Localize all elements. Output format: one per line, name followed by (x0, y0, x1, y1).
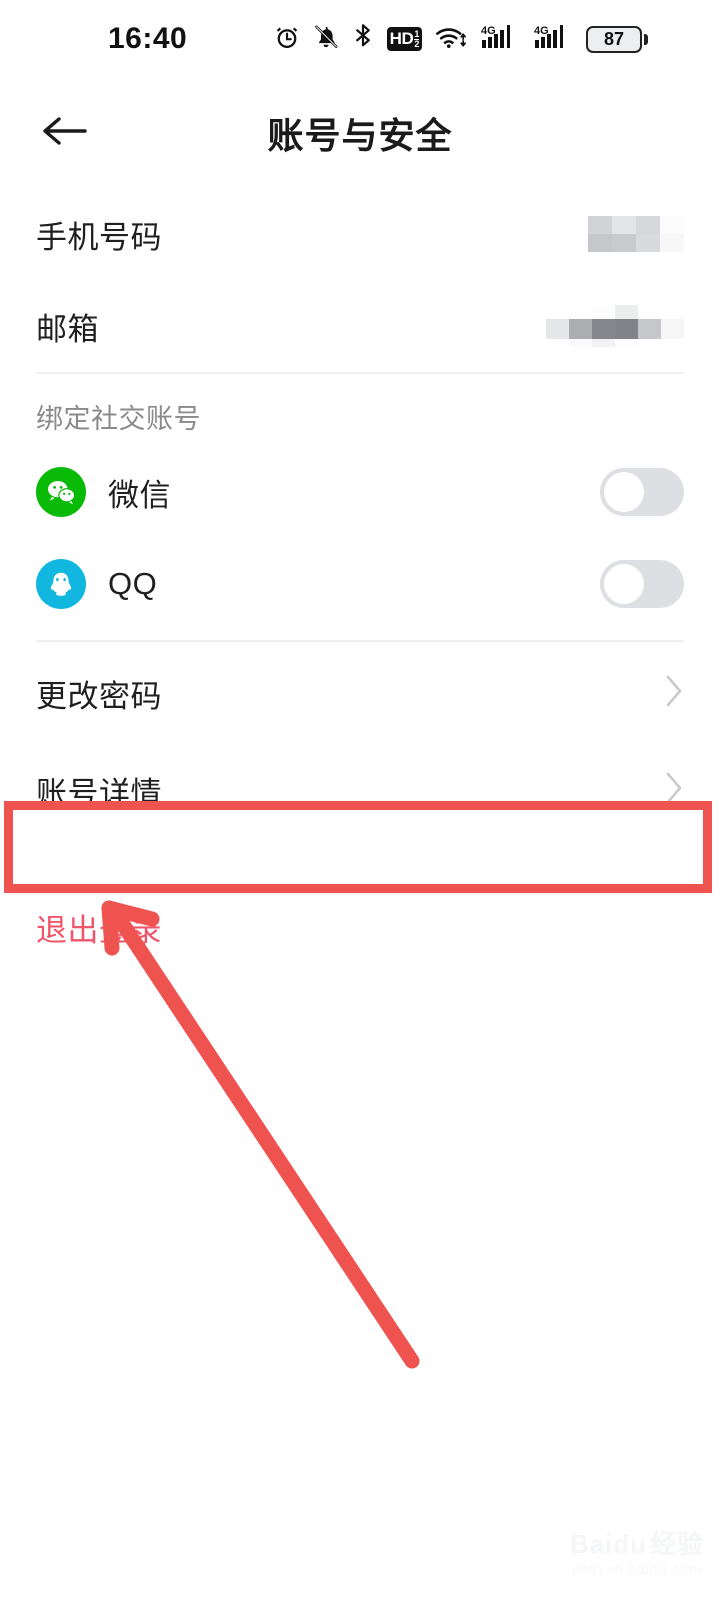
watermark-url: jingyan.baidu.com (572, 1561, 702, 1578)
signal-4g-icon: 4G (533, 23, 573, 56)
wechat-icon (36, 467, 86, 517)
row-qq[interactable]: QQ (0, 538, 720, 630)
phone-screen: 16:40 HD 1 2 4G 4G 87 账号与安全 手机号码 邮箱 绑定社交… (0, 0, 720, 1600)
settings-list: 手机号码 邮箱 绑定社交账号 微信 QQ 更改密码 账号详情 (0, 188, 720, 836)
row-change-password[interactable]: 更改密码 (0, 642, 720, 744)
watermark-brand-text: Baidu (569, 1529, 647, 1559)
page-title: 账号与安全 (267, 115, 453, 156)
svg-text:4G: 4G (534, 25, 549, 37)
hd-volte-icon: HD 1 2 (386, 27, 422, 51)
app-bar: 账号与安全 (0, 78, 720, 188)
social-label: 微信 (108, 477, 171, 513)
watermark: Baidu 经验 jingyan.baidu.com (570, 1531, 704, 1578)
signal-4g-icon: 4G (480, 23, 520, 56)
chevron-right-icon (664, 674, 684, 713)
logout-button[interactable]: 退出登录 (36, 905, 162, 950)
row-account-details[interactable]: 账号详情 (0, 744, 720, 836)
row-value-email (546, 305, 684, 347)
watermark-suffix-text: 经验 (649, 1529, 704, 1559)
row-wechat[interactable]: 微信 (0, 446, 720, 538)
social-label: QQ (108, 566, 158, 601)
bluetooth-icon (352, 23, 374, 55)
alarm-icon (274, 24, 300, 55)
row-label: 账号详情 (36, 775, 162, 811)
section-label-social: 绑定社交账号 (36, 404, 201, 434)
row-phone-number[interactable]: 手机号码 (0, 188, 720, 280)
status-bar-icons: HD 1 2 4G 4G 87 (274, 23, 648, 56)
status-bar-clock: 16:40 (108, 22, 188, 55)
blurred-value-icon (546, 305, 684, 347)
blurred-value-icon (588, 216, 684, 252)
svg-text:4G: 4G (481, 25, 496, 37)
qq-icon (36, 559, 86, 609)
status-bar: 16:40 HD 1 2 4G 4G 87 (0, 0, 720, 78)
row-label: 邮箱 (36, 311, 99, 347)
toggle-qq[interactable] (600, 560, 684, 608)
row-email[interactable]: 邮箱 (0, 280, 720, 372)
row-value-phone (588, 216, 684, 252)
toggle-wechat[interactable] (600, 468, 684, 516)
chevron-right-icon (664, 771, 684, 810)
bell-muted-icon (313, 24, 339, 55)
battery-icon: 87 (586, 25, 648, 53)
battery-percent-label: 87 (603, 29, 625, 49)
wifi-icon (435, 24, 467, 55)
row-label: 手机号码 (36, 219, 162, 255)
row-label: 更改密码 (36, 678, 162, 714)
watermark-brand: Baidu 经验 (570, 1531, 704, 1557)
